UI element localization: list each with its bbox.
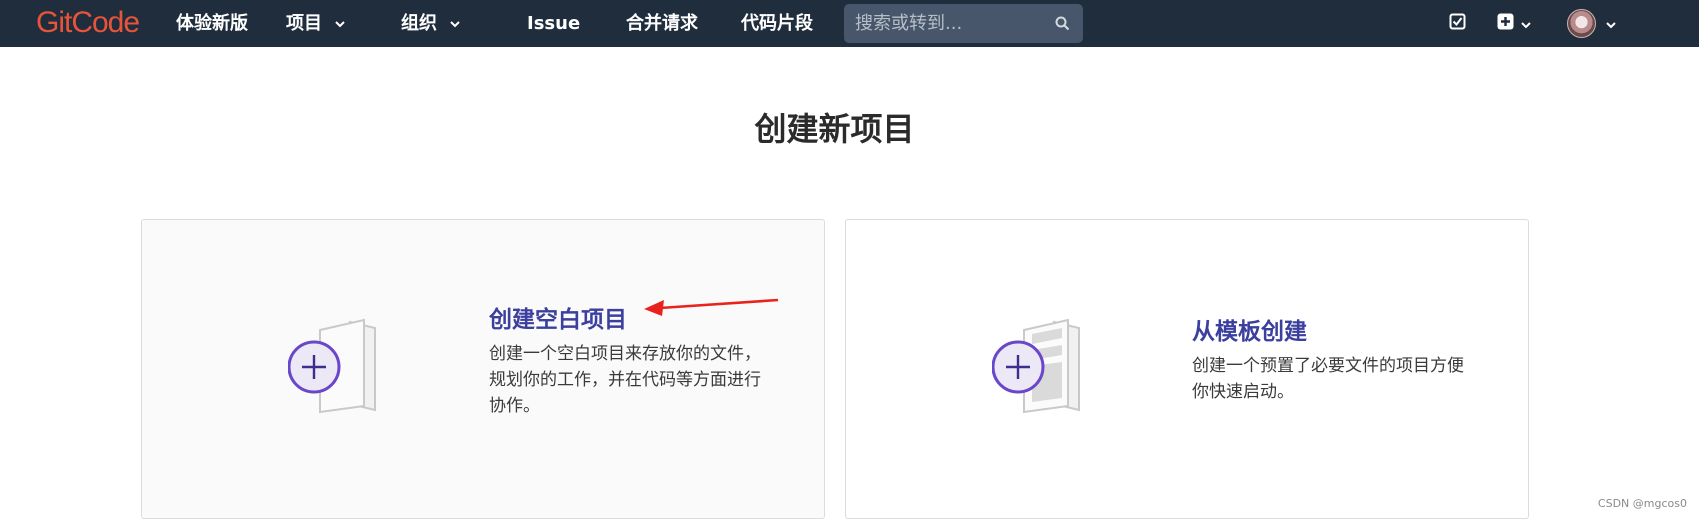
nav-try-new-version[interactable]: 体验新版 — [176, 0, 248, 47]
chevron-down-icon — [1521, 14, 1531, 33]
nav-organizations[interactable]: 组织 — [401, 0, 460, 47]
chevron-down-icon — [1606, 14, 1616, 33]
search-icon[interactable] — [1055, 16, 1070, 35]
top-navbar: GitCode 体验新版 项目 组织 Issue 合并请求 代码片段 — [0, 0, 1699, 47]
create-blank-project-card[interactable]: 创建空白项目 创建一个空白项目来存放你的文件，规划你的工作，并在代码等方面进行协… — [141, 219, 825, 519]
nav-label: 组织 — [401, 13, 437, 34]
card-description: 创建一个预置了必要文件的项目方便你快速启动。 — [1192, 356, 1464, 402]
nav-label: 代码片段 — [741, 13, 813, 34]
nav-label: 项目 — [286, 13, 322, 34]
template-project-icon — [991, 318, 1096, 418]
card-title[interactable]: 从模板创建 — [1192, 312, 1307, 346]
chevron-down-icon — [450, 0, 460, 46]
todo-check-icon — [1449, 13, 1466, 34]
card-description: 创建一个空白项目来存放你的文件，规划你的工作，并在代码等方面进行协作。 — [489, 344, 761, 416]
annotation-arrow — [640, 296, 780, 324]
new-item-dropdown[interactable] — [1497, 0, 1531, 47]
nav-snippets[interactable]: 代码片段 — [741, 0, 813, 47]
page-title: 创建新项目 — [754, 110, 915, 148]
blank-project-icon — [287, 318, 392, 418]
nav-label: 体验新版 — [176, 13, 248, 34]
nav-label: 合并请求 — [626, 13, 698, 34]
nav-merge-requests[interactable]: 合并请求 — [626, 0, 698, 47]
todo-check-button[interactable] — [1449, 0, 1466, 47]
gitcode-logo[interactable]: GitCode — [36, 8, 140, 38]
user-menu[interactable] — [1567, 0, 1616, 47]
search-input[interactable] — [844, 4, 1044, 43]
nav-issue[interactable]: Issue — [527, 0, 580, 47]
chevron-down-icon — [335, 0, 345, 46]
plus-square-icon — [1497, 13, 1514, 34]
search-box — [844, 4, 1083, 43]
card-title[interactable]: 创建空白项目 — [489, 300, 627, 334]
nav-label: Issue — [527, 13, 581, 34]
nav-projects[interactable]: 项目 — [286, 0, 345, 47]
create-from-template-card[interactable]: 从模板创建 创建一个预置了必要文件的项目方便你快速启动。 — [845, 219, 1529, 519]
watermark: CSDN @mgcos0 — [1597, 497, 1687, 510]
user-avatar — [1567, 9, 1596, 38]
